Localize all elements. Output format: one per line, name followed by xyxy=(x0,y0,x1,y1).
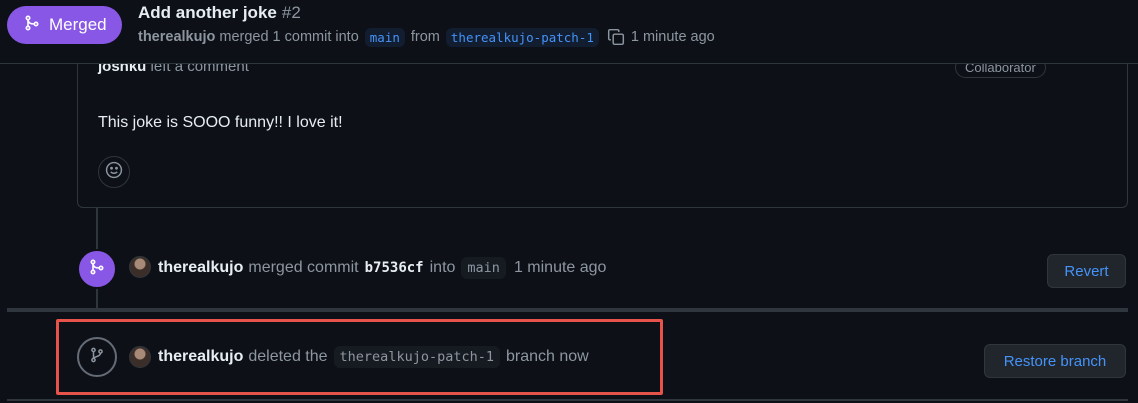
pr-author-link[interactable]: therealkujo xyxy=(138,29,215,45)
delete-actor-link[interactable]: therealkujo xyxy=(158,348,243,366)
delete-verb: deleted the xyxy=(248,348,328,365)
commit-sha-link[interactable]: b7536cf xyxy=(365,260,424,276)
add-reaction-button[interactable] xyxy=(98,156,130,188)
merge-text: merged 1 commit into xyxy=(219,29,359,45)
merge-actor-link[interactable]: therealkujo xyxy=(158,259,243,277)
merge-verb: merged commit xyxy=(248,259,359,276)
page-title: Add another joke #2 xyxy=(138,3,301,23)
from-text: from xyxy=(410,29,440,45)
pr-sticky-header: Merged Add another joke #2 therealkujo me… xyxy=(0,0,1138,64)
smiley-icon xyxy=(105,161,123,184)
delete-branch-event-icon xyxy=(77,337,117,377)
merge-event-time[interactable]: 1 minute ago xyxy=(514,259,607,277)
delete-suffix: branch now xyxy=(505,348,589,365)
merge-into: into xyxy=(429,259,456,276)
base-branch-link[interactable]: main xyxy=(364,27,405,47)
avatar[interactable] xyxy=(129,346,151,368)
restore-branch-button[interactable]: Restore branch xyxy=(984,344,1126,378)
git-merge-icon xyxy=(24,14,49,36)
merge-time: 1 minute ago xyxy=(630,29,715,45)
git-merge-icon xyxy=(89,258,105,280)
copy-icon[interactable] xyxy=(607,28,625,46)
pr-title-text: Add another joke xyxy=(138,3,277,22)
comment-body: This joke is SOOO funny!! I love it! xyxy=(98,114,343,131)
deleted-branch-chip: therealkujo-patch-1 xyxy=(333,346,500,368)
merge-event-icon xyxy=(77,249,117,289)
merged-status-label: Merged xyxy=(49,15,107,34)
bottom-divider xyxy=(7,399,1128,401)
avatar[interactable] xyxy=(129,256,151,278)
section-divider xyxy=(7,308,1128,312)
merge-branch-chip[interactable]: main xyxy=(461,257,506,279)
git-branch-icon xyxy=(89,347,105,368)
comment-box: joshku left a comment Collaborator ··· T… xyxy=(77,40,1128,208)
head-branch-link[interactable]: therealkujo-patch-1 xyxy=(445,27,599,47)
merge-event-text: therealkujo merged commit b7536cf into m… xyxy=(158,256,606,280)
delete-event-text: therealkujo deleted the therealkujo-patc… xyxy=(158,345,589,369)
merged-status-badge: Merged xyxy=(7,6,122,44)
revert-button[interactable]: Revert xyxy=(1047,254,1126,288)
pr-merge-summary: therealkujo merged 1 commit into main fr… xyxy=(138,26,715,48)
pr-number: #2 xyxy=(281,3,301,22)
